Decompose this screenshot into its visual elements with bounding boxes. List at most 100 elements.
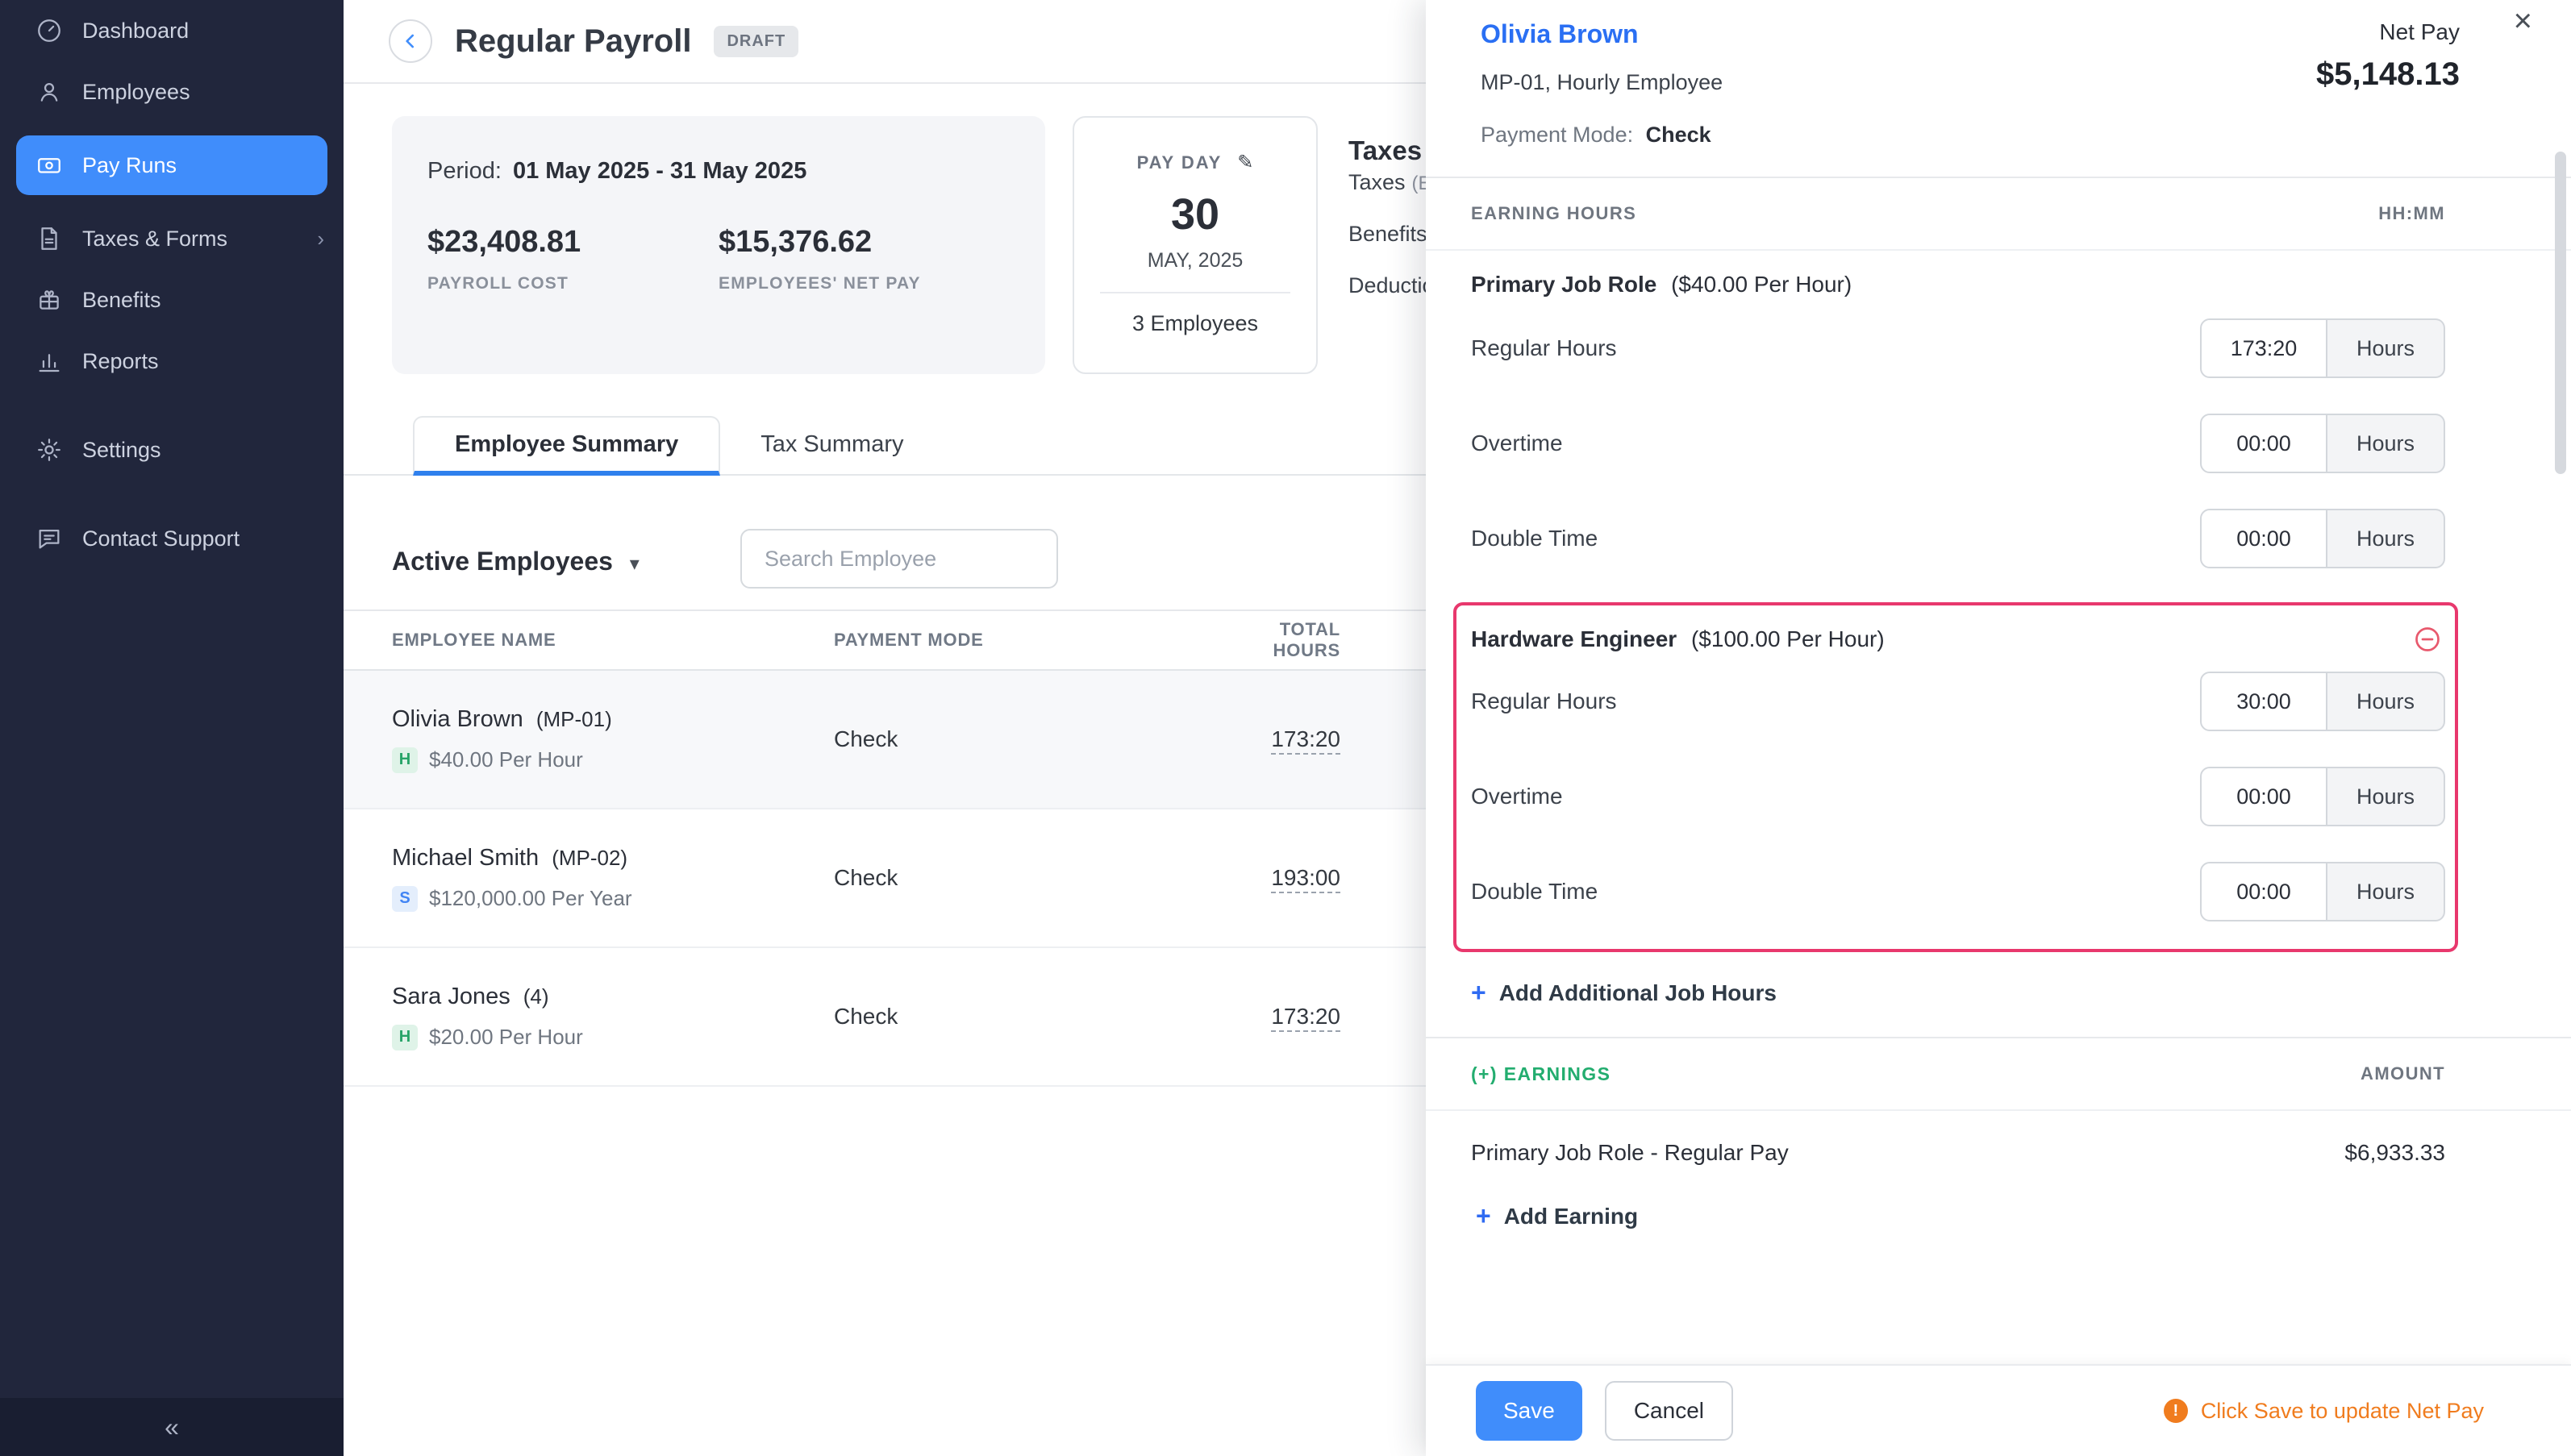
total-hours-link[interactable]: 173:20 [1271, 1004, 1340, 1032]
pay-day-label: PAY DAY [1137, 152, 1223, 173]
gear-icon [35, 436, 63, 464]
divider [1426, 249, 2571, 251]
sidebar-item-employees[interactable]: Employees [0, 61, 344, 123]
salary-badge: S [392, 886, 418, 912]
sidebar-item-taxes-forms[interactable]: Taxes & Forms › [0, 208, 344, 269]
hour-row-label: Double Time [1471, 526, 1598, 551]
hour-row-label: Overtime [1471, 431, 1563, 456]
drawer-scrollbar [2555, 145, 2568, 1359]
employee-code: (MP-02) [552, 846, 627, 870]
pay-day-number: 30 [1074, 189, 1316, 239]
hours-unit-label: Hours [2327, 862, 2445, 921]
net-pay-value: $5,148.13 [2316, 56, 2460, 93]
employee-code: (MP-01) [536, 707, 612, 731]
regular-hours-input[interactable] [2200, 318, 2327, 378]
hours-unit-label: Hours [2327, 414, 2445, 473]
col-employee-name: EMPLOYEE NAME [392, 630, 834, 651]
hours-input-group: Hours [2200, 414, 2445, 473]
collapse-chevron-icon: « [165, 1412, 179, 1442]
cancel-button[interactable]: Cancel [1605, 1381, 1733, 1441]
regular-hours-input[interactable] [2200, 672, 2327, 731]
period-line: Period: 01 May 2025 - 31 May 2025 [427, 158, 1010, 185]
hours-input-group: Hours [2200, 767, 2445, 826]
col-payment-mode: PAYMENT MODE [834, 630, 1208, 651]
sidebar-item-dashboard[interactable]: Dashboard [0, 0, 344, 61]
employee-name: Sara Jones [392, 984, 510, 1009]
drawer-footer: Save Cancel ! Click Save to update Net P… [1426, 1364, 2571, 1456]
earning-hours-header: EARNING HOURS HH:MM [1426, 178, 2571, 249]
secondary-job-title: Hardware Engineer ($100.00 Per Hour) [1471, 625, 2445, 654]
scrollbar-thumb[interactable] [2555, 152, 2566, 474]
employee-cell: Sara Jones (4) H $20.00 Per Hour [392, 984, 834, 1050]
search-employee-input[interactable] [765, 547, 1050, 572]
sidebar-item-contact-support[interactable]: Contact Support [0, 508, 344, 569]
net-pay-block: $15,376.62 EMPLOYEES' NET PAY [719, 225, 1010, 293]
active-employees-label: Active Employees [392, 547, 613, 576]
period-label: Period: [427, 158, 502, 184]
pay-day-divider [1100, 292, 1290, 293]
earnings-header: (+) EARNINGS AMOUNT [1426, 1038, 2571, 1109]
sidebar-collapse-button[interactable]: « [0, 1398, 344, 1456]
employee-rate: $120,000.00 Per Year [429, 886, 632, 911]
total-hours-link[interactable]: 173:20 [1271, 726, 1340, 755]
period-summary-card: Period: 01 May 2025 - 31 May 2025 $23,40… [392, 116, 1045, 374]
chevron-right-icon: › [317, 227, 324, 252]
pay-day-header: PAY DAY ✎ [1074, 145, 1316, 175]
tab-tax-summary[interactable]: Tax Summary [720, 414, 944, 474]
secondary-job-highlight-box: Hardware Engineer ($100.00 Per Hour) Reg… [1453, 602, 2458, 952]
payment-mode-cell: Check [834, 726, 1208, 752]
sidebar-item-label: Taxes & Forms [82, 227, 227, 252]
overtime-hours-input[interactable] [2200, 414, 2327, 473]
employee-count: 3 Employees [1074, 311, 1316, 336]
earning-row-value: $6,933.33 [2344, 1140, 2445, 1166]
sidebar-item-label: Reports [82, 349, 159, 374]
payroll-cost-value: $23,408.81 [427, 225, 719, 260]
earning-row-label: Primary Job Role - Regular Pay [1471, 1140, 1789, 1166]
sidebar-item-reports[interactable]: Reports [0, 331, 344, 392]
hours-input-group: Hours [2200, 509, 2445, 568]
sidebar-group-gap [0, 392, 344, 419]
employee-rate: $20.00 Per Hour [429, 1025, 583, 1050]
sidebar-item-pay-runs[interactable]: Pay Runs [16, 135, 327, 195]
primary-job-rate: ($40.00 Per Hour) [1671, 272, 1852, 297]
total-hours-link[interactable]: 193:00 [1271, 865, 1340, 893]
double-time-hours-input[interactable] [2200, 509, 2327, 568]
chat-icon [35, 525, 63, 552]
hours-input-group: Hours [2200, 318, 2445, 378]
hour-row-overtime: Overtime Hours [1471, 749, 2445, 844]
sidebar: Dashboard Employees Pay Runs Taxes & For… [0, 0, 344, 1456]
employee-pay-drawer: × Olivia Brown MP-01, Hourly Employee Ne… [1426, 0, 2571, 1456]
active-employees-dropdown[interactable]: Active Employees ▾ [392, 547, 640, 576]
total-hours-cell: 193:00 [1208, 865, 1340, 891]
sidebar-item-settings[interactable]: Settings [0, 419, 344, 480]
edit-pencil-icon[interactable]: ✎ [1237, 152, 1253, 173]
close-icon[interactable]: × [2514, 3, 2532, 40]
add-additional-job-hours-button[interactable]: + Add Additional Job Hours [1471, 978, 2571, 1008]
remove-job-minus-icon[interactable] [2413, 625, 2442, 654]
double-time-hours-input[interactable] [2200, 862, 2327, 921]
save-button[interactable]: Save [1476, 1381, 1582, 1441]
tab-employee-summary[interactable]: Employee Summary [413, 416, 720, 476]
sidebar-item-label: Pay Runs [82, 153, 177, 178]
page-title: Regular Payroll [455, 23, 691, 60]
add-earning-button[interactable]: + Add Earning [1476, 1201, 2571, 1231]
payment-mode-label: Payment Mode: [1481, 123, 1633, 147]
sidebar-item-benefits[interactable]: Benefits [0, 269, 344, 331]
plus-icon: + [1476, 1201, 1491, 1231]
back-button[interactable] [389, 19, 432, 63]
sidebar-item-label: Benefits [82, 288, 161, 313]
chevron-left-icon [400, 31, 421, 52]
plus-icon: + [1471, 978, 1486, 1008]
hour-row-regular: Regular Hours Hours [1426, 301, 2571, 396]
payment-mode-value: Check [1646, 123, 1711, 147]
hour-row-label: Regular Hours [1471, 335, 1617, 361]
earnings-label: (+) EARNINGS [1471, 1063, 1611, 1085]
employee-name-link[interactable]: Olivia Brown [1481, 19, 1723, 49]
net-pay-value: $15,376.62 [719, 225, 1010, 260]
employee-search-combobox[interactable] [740, 529, 1058, 589]
amount-label: AMOUNT [2361, 1063, 2445, 1084]
hour-row-double-time: Double Time Hours [1471, 844, 2445, 939]
secondary-job-rate: ($100.00 Per Hour) [1691, 626, 1885, 651]
pay-day-month: MAY, 2025 [1074, 249, 1316, 272]
overtime-hours-input[interactable] [2200, 767, 2327, 826]
